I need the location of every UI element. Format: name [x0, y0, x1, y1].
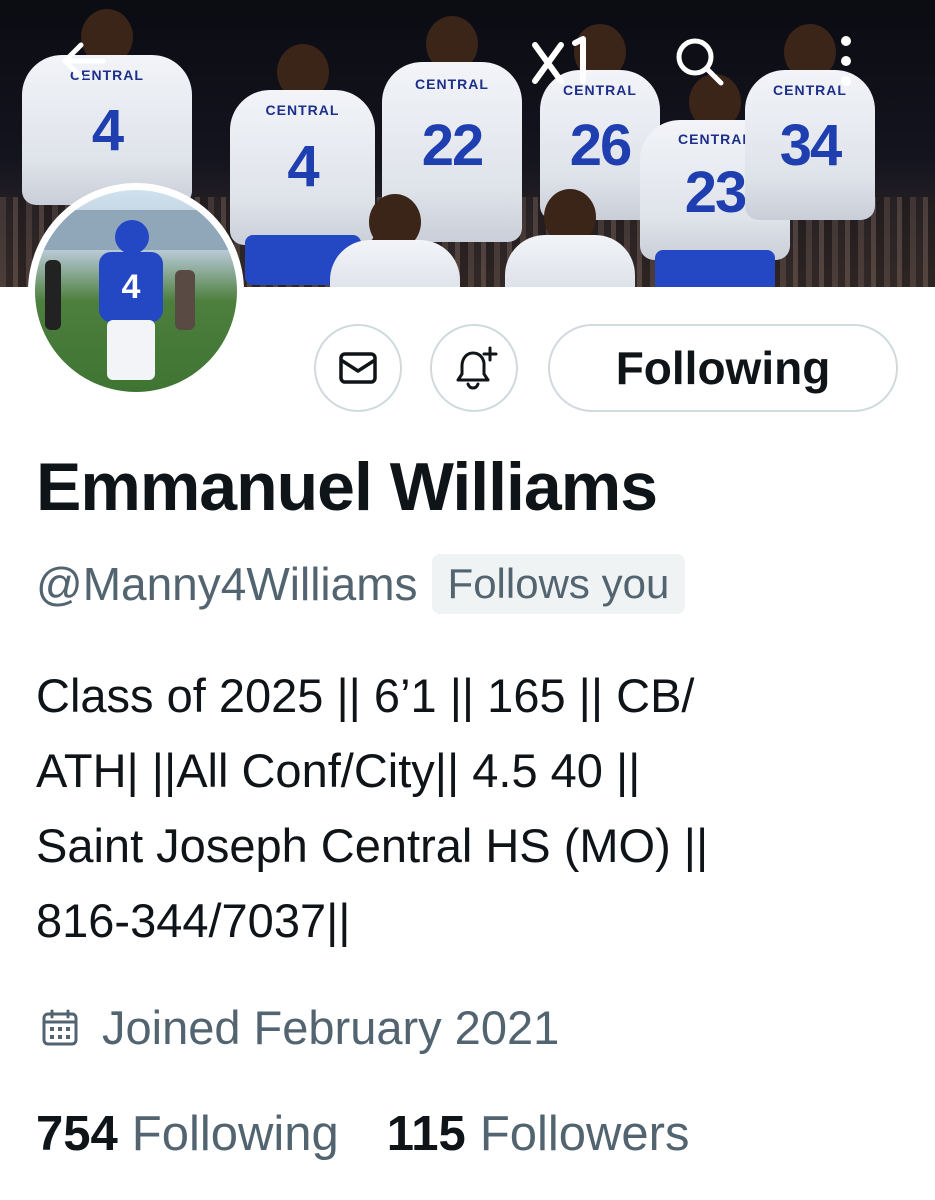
- following-label: Following: [131, 1107, 339, 1161]
- following-link[interactable]: 754 Following: [36, 1106, 339, 1162]
- bio-line: 816-344/7037||: [36, 894, 351, 947]
- more-options-button[interactable]: [815, 30, 877, 92]
- notifications-button[interactable]: [430, 324, 518, 412]
- calendar-icon: [42, 1009, 78, 1045]
- profile-avatar[interactable]: 4: [28, 183, 244, 399]
- envelope-icon: [339, 352, 377, 384]
- following-count: 754: [36, 1107, 118, 1161]
- back-button[interactable]: [52, 30, 114, 92]
- following-button[interactable]: Following: [548, 324, 898, 412]
- followers-label: Followers: [479, 1107, 690, 1161]
- bio-line: Class of 2025 || 6’1 || 165 || CB/: [36, 669, 695, 722]
- jersey-number: 22: [421, 113, 485, 179]
- back-arrow-icon: [62, 42, 106, 80]
- bell-plus-icon: [456, 346, 498, 390]
- jersey-number: 4: [91, 98, 124, 163]
- profile-name: Emmanuel Williams: [36, 449, 658, 525]
- banner-player: CENTRAL 4: [230, 44, 375, 285]
- banner-player: [330, 194, 460, 287]
- jersey-number: 34: [779, 113, 843, 178]
- banner-player: [505, 189, 635, 287]
- more-vertical-icon: [841, 36, 851, 86]
- jersey-word: CENTRAL: [415, 76, 489, 93]
- avatar-jersey-number: 4: [121, 268, 141, 306]
- banner-player: CENTRAL 34: [745, 24, 875, 220]
- search-icon: [676, 38, 724, 86]
- joined-text: Joined February 2021: [102, 1001, 560, 1054]
- joined-date: Joined February 2021: [40, 1000, 559, 1055]
- bio-line: Saint Joseph Central HS (MO) ||: [36, 819, 709, 872]
- profile-bio: Class of 2025 || 6’1 || 165 || CB/ ATH| …: [36, 658, 906, 958]
- message-button[interactable]: [314, 324, 402, 412]
- follow-stats: 754 Following 115 Followers: [36, 1106, 689, 1162]
- follows-you-badge: Follows you: [431, 554, 686, 614]
- bio-line: ATH| ||All Conf/City|| 4.5 40 ||: [36, 744, 641, 797]
- profile-handle: @Manny4Williams: [36, 558, 418, 610]
- x-logo[interactable]: [530, 30, 592, 92]
- followers-count: 115: [386, 1107, 466, 1161]
- handle-row: @Manny4Williams Follows you: [36, 554, 686, 614]
- followers-link[interactable]: 115 Followers: [387, 1106, 690, 1162]
- avatar-photo: 4: [35, 190, 237, 392]
- x-logo-icon: [532, 36, 586, 84]
- jersey-number: 4: [287, 134, 319, 200]
- jersey-word: CENTRAL: [265, 102, 340, 119]
- search-button[interactable]: [668, 30, 730, 92]
